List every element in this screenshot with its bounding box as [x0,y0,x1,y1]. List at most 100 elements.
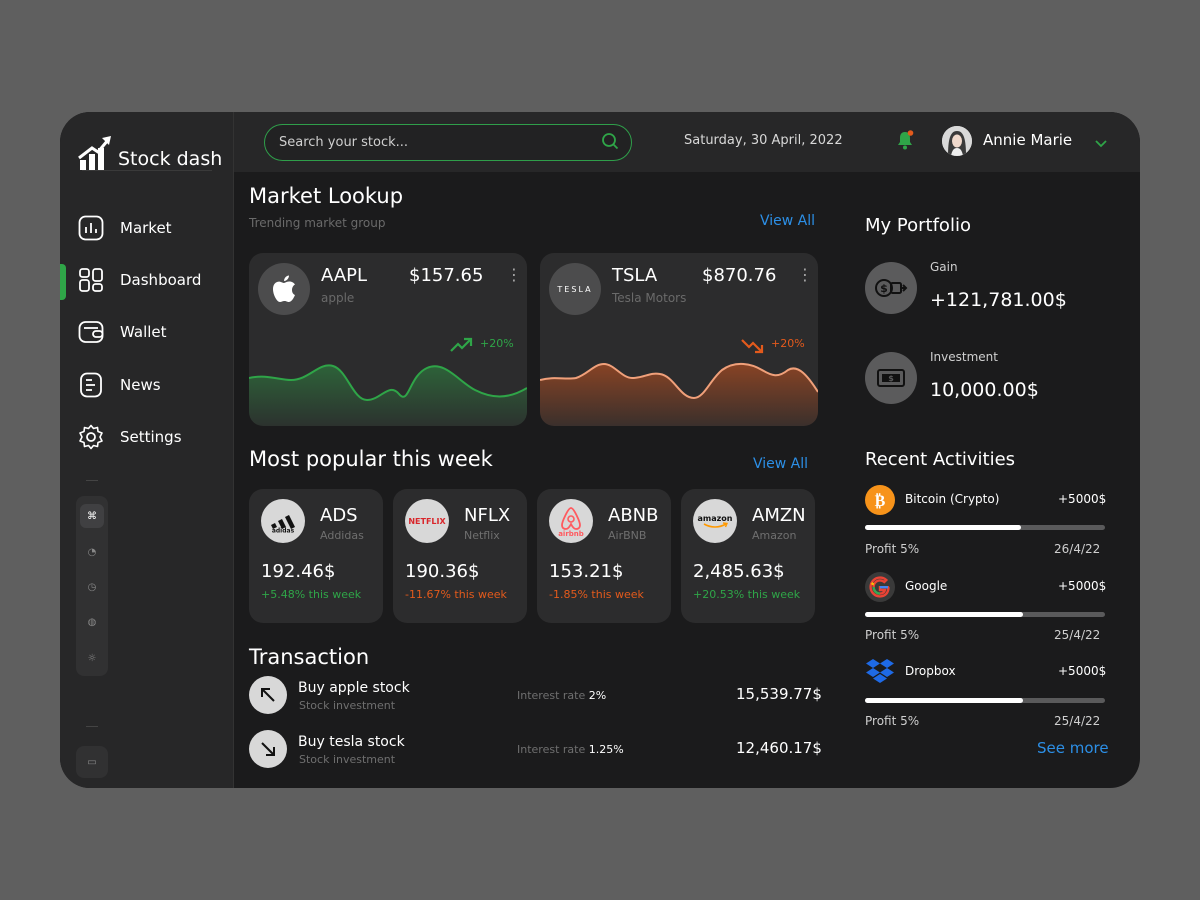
transaction-title-text: Buy tesla stock [298,734,405,750]
market-lookup-title: Market Lookup [249,184,404,208]
popular-name: Addidas [320,529,364,542]
activity-progress-fill [865,698,1024,703]
stock-price: $157.65 [409,265,484,286]
svg-text:₿: ₿ [875,491,886,509]
chevron-down-icon[interactable] [1094,134,1108,153]
sidebar-item-news[interactable]: News [78,369,228,401]
popular-name: AirBNB [608,529,647,542]
popular-change: +5.48% this week [261,588,362,601]
search-input[interactable] [279,135,601,150]
popular-value: 2,485.63$ [693,561,785,582]
stock-name: apple [321,291,355,305]
popular-view-all-link[interactable]: View All [753,456,808,472]
popular-ticker: AMZN [752,505,806,526]
tesla-logo-icon: TESLA [549,263,601,315]
market-view-all-link[interactable]: View All [760,213,815,229]
popular-card-amzn[interactable]: amazon AMZN Amazon 2,485.63$ +20.53% thi… [681,489,815,623]
popular-title: Most popular this week [249,447,493,471]
popular-change: +20.53% this week [693,588,801,601]
stock-ticker: AAPL [321,265,368,286]
svg-text:$: $ [880,282,888,295]
user-name[interactable]: Annie Marie [983,131,1072,149]
logo[interactable]: Stock dash [78,124,228,172]
more-options-icon[interactable]: ⋮ [797,265,813,284]
sidebar-item-label: News [120,376,161,394]
divider [86,726,98,727]
activity-progress-bar [865,698,1105,703]
interest-rate: Interest rate 2% [517,689,606,702]
sidebar-item-dashboard[interactable]: Dashboard [78,264,228,296]
divider [86,480,98,481]
sidebar-item-label: Wallet [120,323,167,341]
cash-transfer-icon: $ [865,262,917,314]
sidebar: Stock dash Market Dashboard Wallet News … [60,112,234,788]
interest-rate-label: Interest rate [517,743,586,756]
transaction-title-text: Buy apple stock [298,680,410,696]
search-icon[interactable] [601,132,619,154]
aapl-sparkline [249,364,527,426]
interest-rate-value: 1.25% [588,743,624,756]
sidebar-item-label: Dashboard [120,271,202,289]
wallet-icon [78,319,104,345]
gain-value: +121,781.00$ [930,289,1067,311]
activity-profit: Profit 5% [865,542,920,556]
stock-card-tsla[interactable]: TESLA TSLA Tesla Motors $870.76 ⋮ +20% [540,253,818,426]
activity-name: Google [905,579,948,593]
arrow-down-right-icon [249,730,287,768]
recent-activities-title: Recent Activities [865,449,1016,470]
transaction-amount: 12,460.17$ [736,739,822,757]
sidebar-item-settings[interactable]: Settings [78,421,228,453]
top-bar: Saturday, 30 April, 2022 Annie Marie [234,112,1140,172]
stock-ticker: TSLA [612,265,658,286]
activity-amount: +5000$ [1058,664,1107,678]
popular-value: 153.21$ [549,561,624,582]
amazon-logo-icon: amazon [693,499,737,543]
globe-icon[interactable]: ◍ [80,610,104,634]
transaction-title: Transaction [249,645,370,669]
more-options-icon[interactable]: ⋮ [506,265,522,284]
popular-name: Amazon [752,529,797,542]
interest-rate-label: Interest rate [517,689,586,702]
popular-card-nflx[interactable]: NETFLIX NFLX Netflix 190.36$ -11.67% thi… [393,489,527,623]
banknote-icon: $ [865,352,917,404]
popular-value: 190.36$ [405,561,480,582]
command-icon[interactable]: ⌘ [80,504,104,528]
investment-value: 10,000.00$ [930,379,1039,401]
portfolio-title: My Portfolio [865,215,971,236]
popular-card-ads[interactable]: adidas ADS Addidas 192.46$ +5.48% this w… [249,489,383,623]
sidebar-item-wallet[interactable]: Wallet [78,316,228,348]
pie-icon[interactable]: ◔ [80,540,104,564]
activity-progress-bar [865,525,1105,530]
current-date: Saturday, 30 April, 2022 [684,133,843,148]
google-icon [865,572,895,602]
activity-name: Dropbox [905,664,956,678]
gear-icon [78,424,104,450]
apple-logo-icon [258,263,310,315]
app-window: Stock dash Market Dashboard Wallet News … [60,112,1140,788]
chat-icon[interactable]: ▭ [76,746,108,778]
grid-icon [78,267,104,293]
activity-progress-fill [865,525,1021,530]
see-more-link[interactable]: See more [1037,739,1109,757]
dropbox-icon [865,657,895,687]
activity-progress-bar [865,612,1105,617]
bell-icon[interactable] [896,130,914,150]
popular-card-abnb[interactable]: airbnb ABNB AirBNB 153.21$ -1.85% this w… [537,489,671,623]
activity-date: 25/4/22 [1054,628,1101,642]
activity-date: 25/4/22 [1054,714,1101,728]
adidas-logo-icon: adidas [261,499,305,543]
popular-name: Netflix [464,529,500,542]
app-name: Stock dash [118,148,223,170]
stock-card-aapl[interactable]: AAPL apple $157.65 ⋮ +20% [249,253,527,426]
clock-icon[interactable]: ◷ [80,575,104,599]
bitcoin-icon: ₿ [865,485,895,515]
market-lookup-subtitle: Trending market group [249,216,386,230]
amazon-wordmark: amazon [698,514,733,523]
sidebar-item-market[interactable]: Market [78,212,228,244]
avatar[interactable] [942,126,972,156]
sun-icon[interactable]: ☼ [80,646,104,670]
interest-rate-value: 2% [588,689,607,702]
bar-chart-icon [78,215,104,241]
stock-change: +20% [480,337,514,350]
activity-name: Bitcoin (Crypto) [905,492,1000,506]
